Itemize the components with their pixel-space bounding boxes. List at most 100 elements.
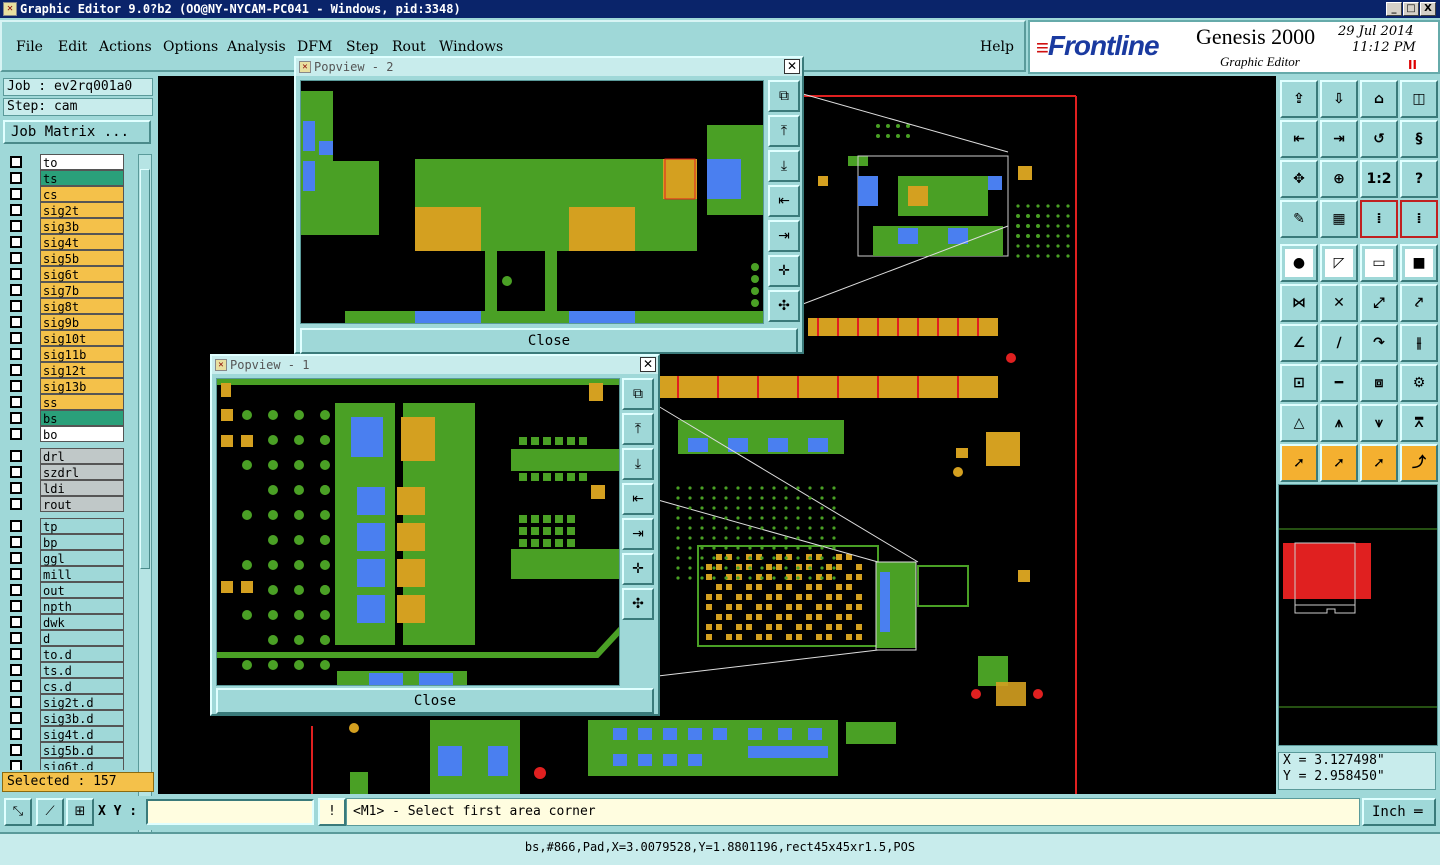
layer-checkbox[interactable] bbox=[10, 348, 22, 360]
layer-checkbox-area[interactable] bbox=[4, 726, 40, 742]
layer-name[interactable]: bs bbox=[40, 410, 124, 426]
layer-row[interactable]: sig10t bbox=[4, 330, 126, 346]
layer-row[interactable]: sig2t.d bbox=[4, 694, 126, 710]
layer-checkbox[interactable] bbox=[10, 696, 22, 708]
layer-row[interactable]: drl bbox=[4, 448, 126, 464]
layer-row[interactable]: sig6t bbox=[4, 266, 126, 282]
menu-help[interactable]: Help bbox=[980, 39, 1014, 55]
popview-pan-down-icon[interactable]: ⤓ bbox=[622, 448, 654, 480]
menu-actions[interactable]: Actions bbox=[99, 39, 152, 55]
layer-checkbox[interactable] bbox=[10, 396, 22, 408]
layer-row[interactable]: sig11b bbox=[4, 346, 126, 362]
popview-pan-left-icon[interactable]: ⇤ bbox=[768, 185, 800, 217]
layer-checkbox-area[interactable] bbox=[4, 314, 40, 330]
triangle-icon[interactable]: △ bbox=[1280, 404, 1318, 442]
menu-file[interactable]: File bbox=[16, 39, 43, 55]
layer-checkbox-area[interactable] bbox=[4, 426, 40, 442]
layer-row[interactable]: ldi bbox=[4, 480, 126, 496]
pan-left-icon[interactable]: ⇤ bbox=[1280, 120, 1318, 158]
layer-name[interactable]: dwk bbox=[40, 614, 124, 630]
layer-checkbox-area[interactable] bbox=[4, 394, 40, 410]
menu-options[interactable]: Options bbox=[163, 39, 218, 55]
layer-name[interactable]: sig6t.d bbox=[40, 758, 124, 770]
layer-checkbox-area[interactable] bbox=[4, 496, 40, 512]
select-pad-icon[interactable]: ● bbox=[1280, 244, 1318, 282]
layer-name[interactable]: sig6t bbox=[40, 266, 124, 282]
layer-checkbox-area[interactable] bbox=[4, 582, 40, 598]
close-window-button[interactable]: X bbox=[1420, 2, 1436, 16]
layer-checkbox[interactable] bbox=[10, 172, 22, 184]
popview-pan-down-icon[interactable]: ⤓ bbox=[768, 150, 800, 182]
pointer-box-icon[interactable]: ➚ bbox=[1320, 444, 1358, 482]
menu-step[interactable]: Step bbox=[346, 39, 378, 55]
popview-zoom-in-icon[interactable]: ✛ bbox=[622, 553, 654, 585]
layer-checkbox[interactable] bbox=[10, 412, 22, 424]
slash-icon[interactable]: ∕ bbox=[1320, 324, 1358, 362]
layer-name[interactable]: ts.d bbox=[40, 662, 124, 678]
layer-checkbox-area[interactable] bbox=[4, 362, 40, 378]
layer-row[interactable]: bo bbox=[4, 426, 126, 442]
measure-icon[interactable]: ⟋ bbox=[36, 798, 64, 826]
layer-checkbox-area[interactable] bbox=[4, 534, 40, 550]
layer-checkbox[interactable] bbox=[10, 268, 22, 280]
layer-row[interactable]: dwk bbox=[4, 614, 126, 630]
layer-row[interactable]: szdrl bbox=[4, 464, 126, 480]
layer-row[interactable]: sig13b bbox=[4, 378, 126, 394]
popview-2-titlebar[interactable]: ✕ Popview - 2 bbox=[296, 58, 802, 76]
layer-checkbox-area[interactable] bbox=[4, 266, 40, 282]
layer-row[interactable]: sig6t.d bbox=[4, 758, 126, 770]
layer-name[interactable]: sig4t bbox=[40, 234, 124, 250]
layer-name[interactable]: cs.d bbox=[40, 678, 124, 694]
menu-rout[interactable]: Rout bbox=[392, 39, 426, 55]
layer-name[interactable]: to.d bbox=[40, 646, 124, 662]
pad-icon[interactable]: ⊡ bbox=[1280, 364, 1318, 402]
layer-checkbox-area[interactable] bbox=[4, 282, 40, 298]
layer-row[interactable]: sig5b.d bbox=[4, 742, 126, 758]
layer-checkbox-area[interactable] bbox=[4, 598, 40, 614]
popview-zoom-in-icon[interactable]: ✛ bbox=[768, 255, 800, 287]
layer-name[interactable]: sig13b bbox=[40, 378, 124, 394]
layer-name[interactable]: sig8t bbox=[40, 298, 124, 314]
popview-1-close-button[interactable]: Close bbox=[216, 688, 654, 714]
popview-pan-up-icon[interactable]: ⤒ bbox=[622, 413, 654, 445]
layer-checkbox[interactable] bbox=[10, 760, 22, 770]
popview-1-view[interactable] bbox=[216, 378, 620, 686]
popview-pan-right-icon[interactable]: ⇥ bbox=[768, 220, 800, 252]
layer-checkbox[interactable] bbox=[10, 568, 22, 580]
zoom-fit-icon[interactable]: ✥ bbox=[1280, 160, 1318, 198]
layer-row[interactable]: sig7b bbox=[4, 282, 126, 298]
arch-alt-icon[interactable]: ⩞ bbox=[1400, 404, 1438, 442]
pointer-circle-icon[interactable]: ➚ bbox=[1360, 444, 1398, 482]
snap-icon[interactable]: ⤡ bbox=[4, 798, 32, 826]
move-icon[interactable]: ⤢ bbox=[1360, 284, 1398, 322]
layer-row[interactable]: ss bbox=[4, 394, 126, 410]
layer-name[interactable]: sig2t bbox=[40, 202, 124, 218]
layer-checkbox[interactable] bbox=[10, 316, 22, 328]
minimap[interactable] bbox=[1278, 484, 1438, 746]
layer-checkbox[interactable] bbox=[10, 380, 22, 392]
layer-checkbox-area[interactable] bbox=[4, 330, 40, 346]
layer-row[interactable]: rout bbox=[4, 496, 126, 512]
angle-icon[interactable]: ∠ bbox=[1280, 324, 1318, 362]
layer-row[interactable]: out bbox=[4, 582, 126, 598]
scale-icon[interactable]: 1:2 bbox=[1360, 160, 1398, 198]
menu-analysis[interactable]: Analysis bbox=[227, 39, 286, 55]
layer-checkbox[interactable] bbox=[10, 680, 22, 692]
layer-row[interactable]: d bbox=[4, 630, 126, 646]
rotate-icon[interactable]: ↺ bbox=[1360, 120, 1398, 158]
layer-name[interactable]: sig12t bbox=[40, 362, 124, 378]
layer-checkbox[interactable] bbox=[10, 450, 22, 462]
draw-icon[interactable]: ✎ bbox=[1280, 200, 1318, 238]
layer-row[interactable]: ggl bbox=[4, 550, 126, 566]
popview-1-window[interactable]: ✕ Popview - 1 ✕ ⧉ ⤒ ⤓ ⇤ ⇥ ✛ ✣ Close bbox=[210, 354, 660, 716]
layer-row[interactable]: to bbox=[4, 154, 126, 170]
layer-checkbox-area[interactable] bbox=[4, 710, 40, 726]
grid-icon[interactable]: ⊞ bbox=[66, 798, 94, 826]
layer-checkbox[interactable] bbox=[10, 466, 22, 478]
layer-checkbox-area[interactable] bbox=[4, 614, 40, 630]
pause-icon[interactable]: II bbox=[1408, 58, 1417, 72]
layer-checkbox-area[interactable] bbox=[4, 480, 40, 496]
zoom-down-icon[interactable]: ⇩ bbox=[1320, 80, 1358, 118]
snake-icon[interactable]: § bbox=[1400, 120, 1438, 158]
layer-checkbox-area[interactable] bbox=[4, 630, 40, 646]
